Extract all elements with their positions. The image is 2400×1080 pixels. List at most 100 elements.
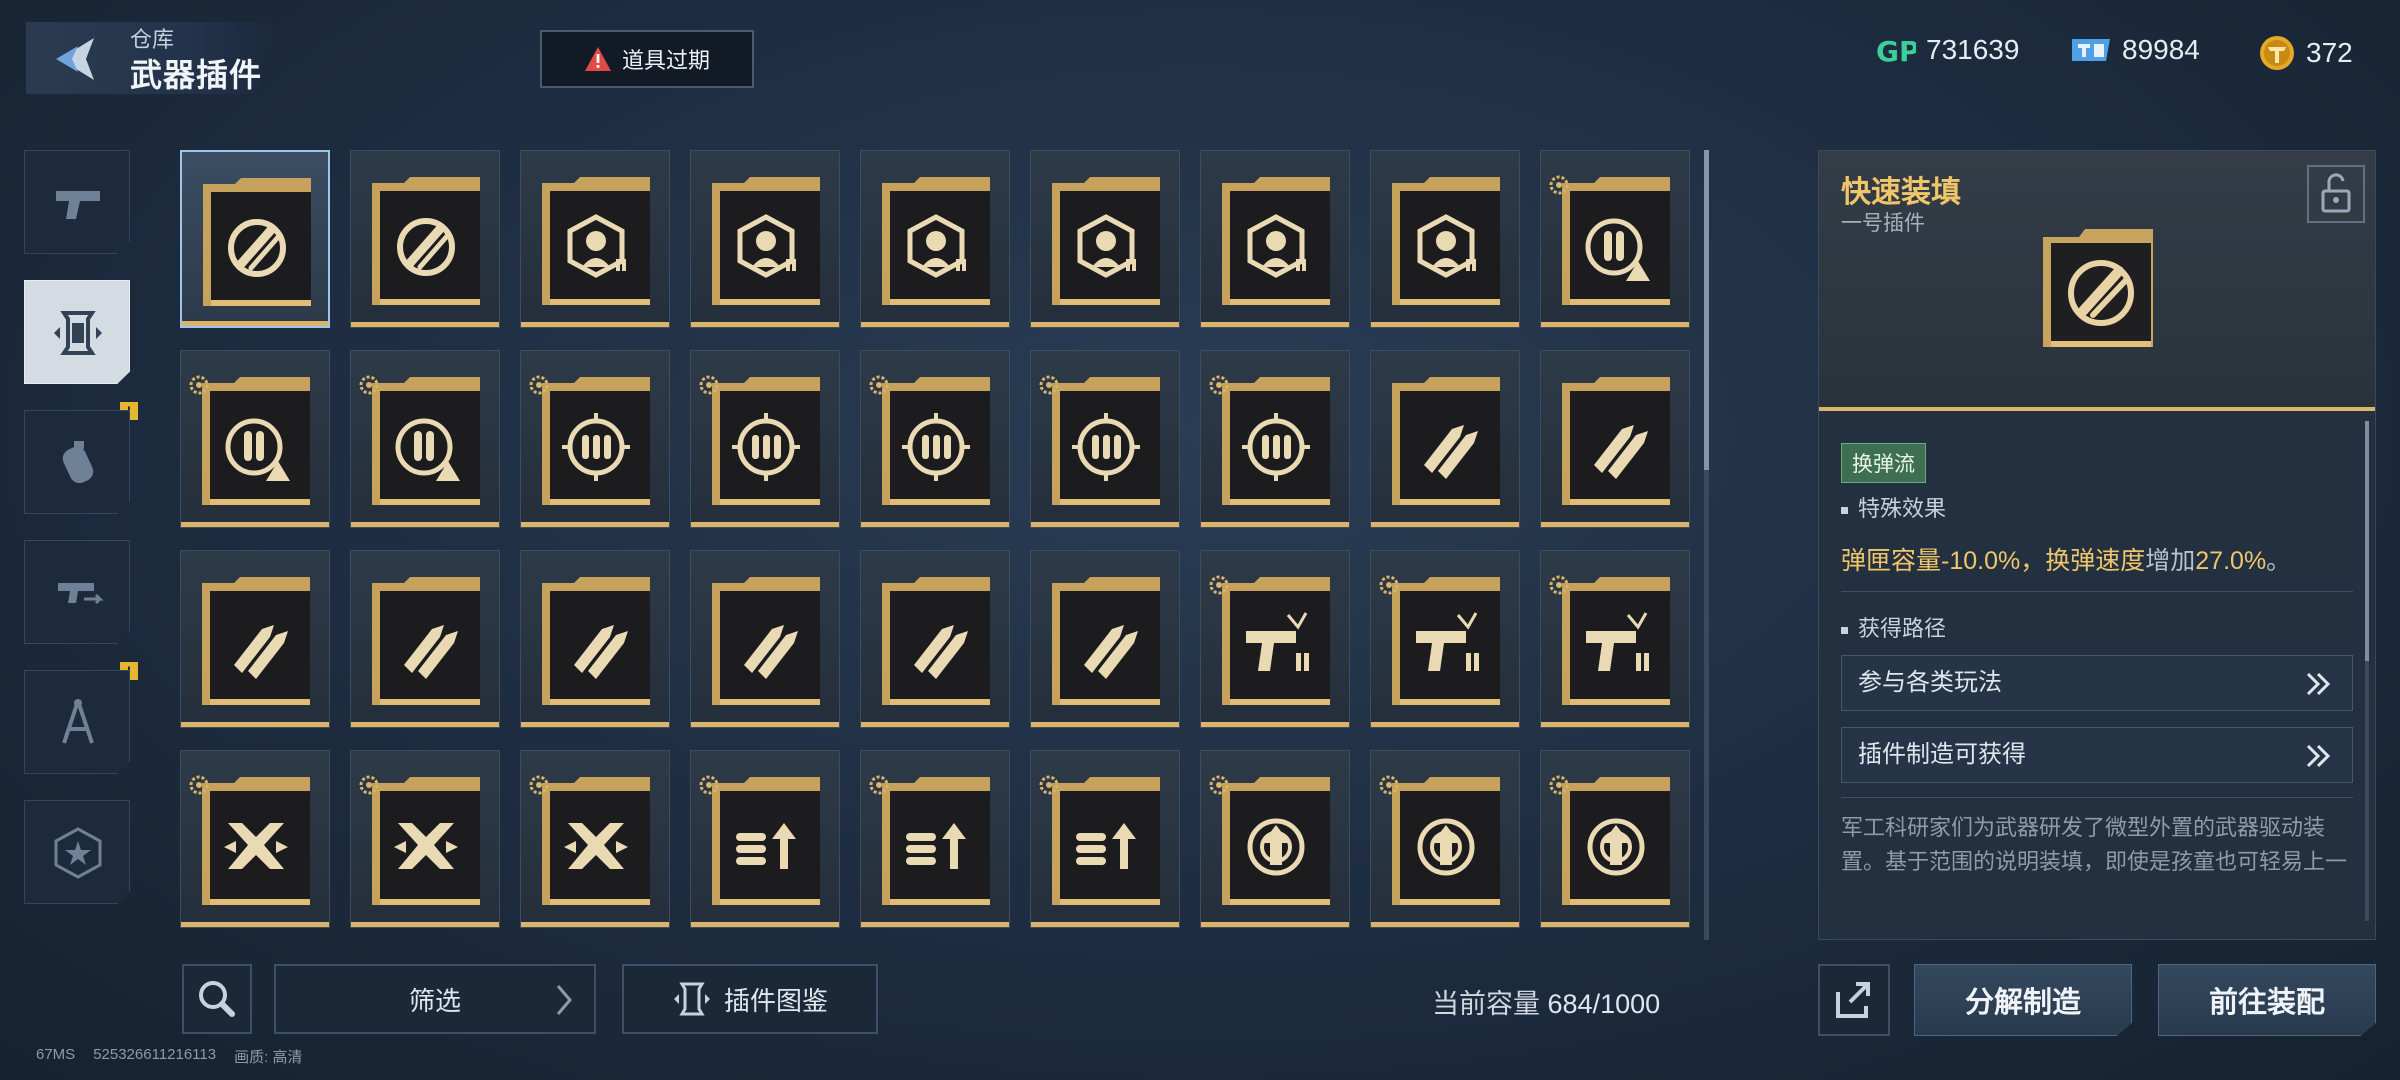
- rarity-bar: [1201, 722, 1349, 727]
- gear-icon: [529, 375, 549, 395]
- rarity-bar: [1201, 522, 1349, 527]
- plugin-card[interactable]: [690, 550, 840, 728]
- rarity-bar: [351, 322, 499, 327]
- gear-icon: [1549, 175, 1569, 195]
- capacity-value: 684/1000: [1547, 989, 1661, 1019]
- plugin-card[interactable]: [1200, 150, 1350, 328]
- plugin-card[interactable]: [1540, 550, 1690, 728]
- detail-scrollbar[interactable]: [2365, 421, 2369, 921]
- rarity-bar: [691, 322, 839, 327]
- reload-icon: [203, 178, 311, 306]
- currency-ticket: 89984: [2070, 34, 2200, 66]
- plugin-card[interactable]: [1540, 150, 1690, 328]
- plugin-card[interactable]: [690, 350, 840, 528]
- capacity-label: 当前容量: [1432, 989, 1540, 1019]
- gear-icon: [189, 375, 209, 395]
- plugin-card[interactable]: [1370, 150, 1520, 328]
- rarity-bar: [1031, 522, 1179, 527]
- plugin-card[interactable]: [180, 550, 330, 728]
- share-button[interactable]: [1818, 964, 1890, 1036]
- plugin-card[interactable]: [1200, 550, 1350, 728]
- rockets-icon: [1562, 377, 1670, 505]
- plugin-card[interactable]: [520, 350, 670, 528]
- nav-tab-compass[interactable]: [24, 670, 130, 774]
- nav-tab-plugin[interactable]: [24, 280, 130, 384]
- nav-tab-pistol[interactable]: [24, 150, 130, 254]
- rarity-bar: [521, 322, 669, 327]
- gear-icon: [189, 775, 209, 795]
- target-up-icon: [1562, 777, 1670, 905]
- headshot-icon: [882, 177, 990, 305]
- page-title: 武器插件: [130, 57, 263, 93]
- rockets-icon: [542, 577, 650, 705]
- dismantle-button[interactable]: 分解制造: [1914, 964, 2132, 1036]
- rarity-bar: [1541, 522, 1689, 527]
- plugin-card[interactable]: [180, 750, 330, 928]
- gear-icon: [359, 375, 379, 395]
- plugin-card[interactable]: [1200, 750, 1350, 928]
- grid-scrollbar-thumb[interactable]: [1704, 150, 1709, 470]
- gear-icon: [1549, 575, 1569, 595]
- plugin-card[interactable]: [1370, 750, 1520, 928]
- rarity-bar: [1541, 722, 1689, 727]
- rarity-bar: [521, 722, 669, 727]
- source-item-crafting[interactable]: 插件制造可获得: [1841, 727, 2353, 783]
- plugin-card[interactable]: [350, 750, 500, 928]
- gear-icon: [869, 775, 889, 795]
- plugin-card[interactable]: [860, 750, 1010, 928]
- plugin-card[interactable]: [1030, 350, 1180, 528]
- plugin-card[interactable]: [520, 550, 670, 728]
- nav-tab-grenade[interactable]: [24, 410, 130, 514]
- plugin-card[interactable]: [1030, 750, 1180, 928]
- rarity-bar: [1371, 322, 1519, 327]
- plugin-card[interactable]: [1030, 150, 1180, 328]
- rarity-bar: [1371, 922, 1519, 927]
- ticket-icon: [2072, 39, 2110, 61]
- plugin-card[interactable]: [860, 150, 1010, 328]
- plugin-card[interactable]: [180, 150, 330, 328]
- plugin-card[interactable]: [350, 150, 500, 328]
- shield-x-icon: [542, 777, 650, 905]
- gp-icon: GP: [1876, 35, 1916, 66]
- plugin-card[interactable]: [690, 150, 840, 328]
- plugin-card[interactable]: [350, 550, 500, 728]
- item-expire-button[interactable]: 道具过期: [540, 30, 754, 88]
- gear-icon: [1379, 575, 1399, 595]
- rarity-bar: [181, 922, 329, 927]
- plugin-card[interactable]: [520, 150, 670, 328]
- search-button[interactable]: [182, 964, 252, 1034]
- shield-x-icon: [202, 777, 310, 905]
- plugin-card[interactable]: [860, 350, 1010, 528]
- plugin-card[interactable]: [1370, 550, 1520, 728]
- nav-tab-star-badge[interactable]: [24, 800, 130, 904]
- plugin-card[interactable]: [1030, 550, 1180, 728]
- nav-tab-weapon-swap[interactable]: [24, 540, 130, 644]
- ammo-warning-icon: [202, 377, 310, 505]
- svg-text:GP: GP: [1876, 35, 1916, 66]
- rarity-bar: [351, 522, 499, 527]
- rarity-bar: [691, 722, 839, 727]
- filter-button[interactable]: 筛选: [274, 964, 596, 1034]
- filter-label: 筛选: [408, 985, 461, 1016]
- plugin-card[interactable]: [520, 750, 670, 928]
- weapon-swap-icon: [58, 583, 104, 605]
- plugin-card[interactable]: [180, 350, 330, 528]
- detail-scrollbar-thumb[interactable]: [2365, 421, 2369, 661]
- gear-icon: [529, 775, 549, 795]
- equip-button[interactable]: 前往装配: [2158, 964, 2376, 1036]
- plugin-card[interactable]: [1370, 350, 1520, 528]
- plugin-card[interactable]: [860, 550, 1010, 728]
- source-item-gameplay[interactable]: 参与各类玩法: [1841, 655, 2353, 711]
- grid-scrollbar[interactable]: [1704, 150, 1709, 940]
- plugin-card[interactable]: [1200, 350, 1350, 528]
- rarity-bar: [691, 922, 839, 927]
- compass-icon: [62, 699, 94, 744]
- plugin-card[interactable]: [1540, 750, 1690, 928]
- plugin-card[interactable]: [350, 350, 500, 528]
- effect-separator: ，: [2020, 547, 2046, 575]
- plugin-card[interactable]: [1540, 350, 1690, 528]
- plugin-card[interactable]: [690, 750, 840, 928]
- gear-icon: [699, 375, 719, 395]
- lock-button[interactable]: [2307, 165, 2365, 223]
- plugin-guide-button[interactable]: 插件图鉴: [622, 964, 878, 1034]
